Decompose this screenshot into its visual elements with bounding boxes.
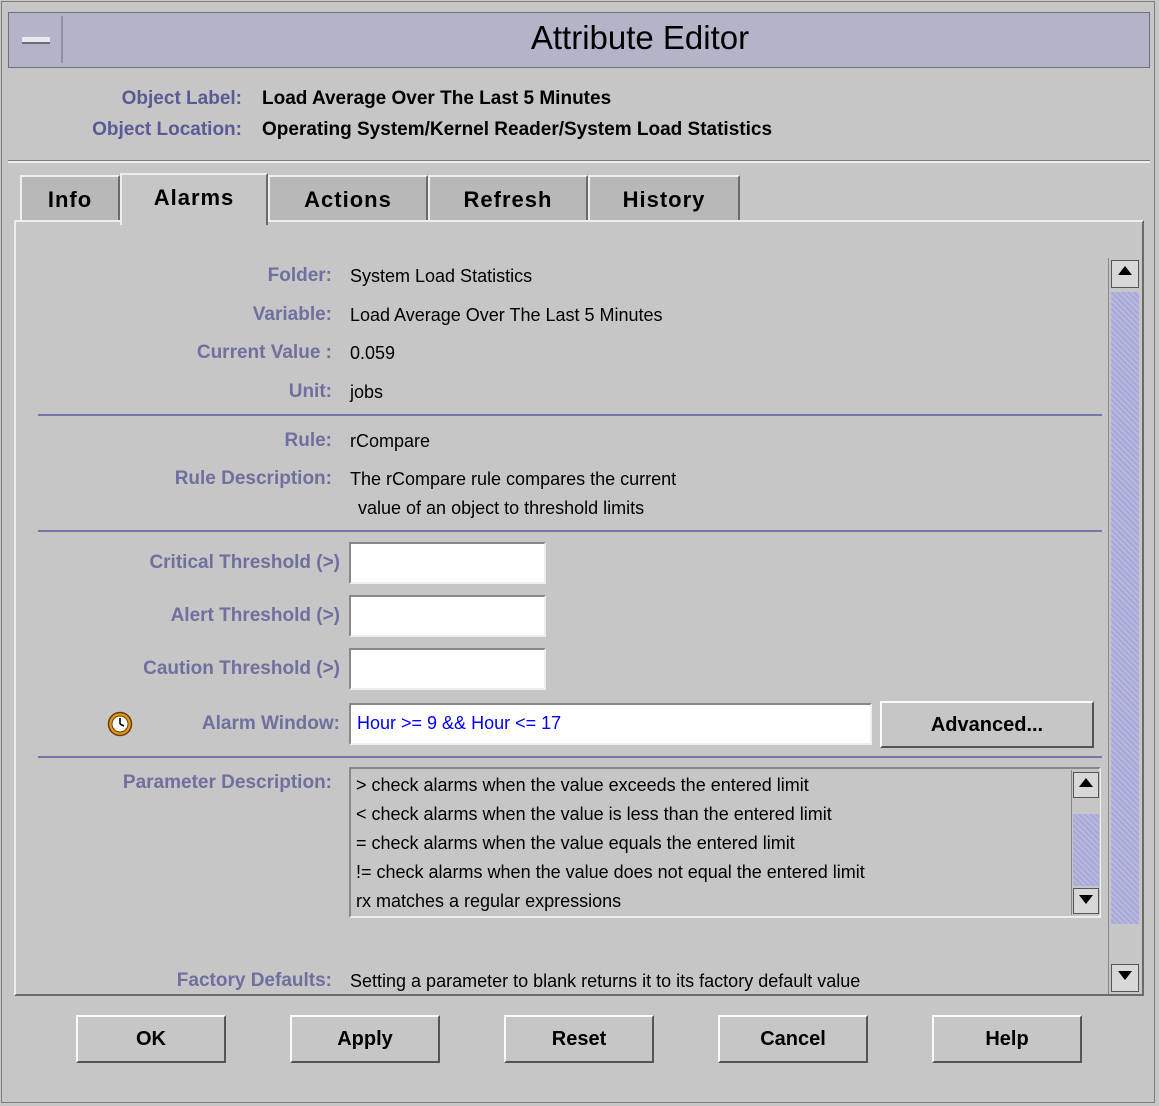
alarm-window-input[interactable]: Hour >= 9 && Hour <= 17 <box>349 703 872 745</box>
advanced-button[interactable]: Advanced... <box>880 701 1094 748</box>
factory-defaults-value: Setting a parameter to blank returns it … <box>350 971 861 991</box>
rule-description-line-1: The rCompare rule compares the current <box>350 469 677 489</box>
tab-alarms-label: Alarms <box>153 185 235 210</box>
object-location-label: Object Location: <box>92 119 242 140</box>
tab-refresh-label: Refresh <box>463 187 553 212</box>
parameter-description-line: = check alarms when the value equals the… <box>356 833 795 853</box>
rule-description-label: Rule Description: <box>174 468 332 489</box>
section-divider <box>38 414 1102 416</box>
alarm-window-value: Hour >= 9 && Hour <= 17 <box>357 713 562 733</box>
current-value: 0.059 <box>350 343 396 363</box>
window-menu-button[interactable] <box>12 16 63 63</box>
alert-threshold-label: Alert Threshold (>) <box>170 605 340 626</box>
caution-threshold-label: Caution Threshold (>) <box>143 658 340 679</box>
variable-label: Variable: <box>252 304 332 325</box>
tab-info[interactable]: Info <box>20 175 120 221</box>
rule-description-line-2: value of an object to threshold limits <box>358 498 645 518</box>
object-location-value: Operating System/Kernel Reader/System Lo… <box>262 119 773 140</box>
object-label-label: Object Label: <box>121 88 242 109</box>
folder-label: Folder: <box>267 265 332 286</box>
parameter-description-line: > check alarms when the value exceeds th… <box>356 775 809 795</box>
critical-threshold-label: Critical Threshold (>) <box>149 552 340 573</box>
tab-actions-label: Actions <box>304 187 392 212</box>
caution-threshold-value <box>351 650 544 658</box>
tab-history-label: History <box>622 187 706 212</box>
tab-history[interactable]: History <box>588 175 740 221</box>
parameter-description-scroll-thumb[interactable] <box>1073 814 1099 886</box>
rule-value: rCompare <box>350 431 431 451</box>
critical-threshold-value <box>351 544 544 552</box>
parameter-description-line: < check alarms when the value is less th… <box>356 804 832 824</box>
scroll-down-arrow-icon[interactable] <box>1111 964 1139 992</box>
scroll-up-arrow-icon[interactable] <box>1111 260 1139 288</box>
header-divider <box>8 160 1150 163</box>
variable-value: Load Average Over The Last 5 Minutes <box>350 305 663 325</box>
factory-defaults-label: Factory Defaults: <box>176 970 332 991</box>
folder-value: System Load Statistics <box>350 266 533 286</box>
apply-button[interactable]: Apply <box>290 1015 440 1063</box>
caution-threshold-input[interactable] <box>349 648 546 690</box>
window-menu-icon <box>22 37 50 44</box>
reset-button[interactable]: Reset <box>504 1015 654 1063</box>
object-label-value: Load Average Over The Last 5 Minutes <box>262 88 612 109</box>
unit-value: jobs <box>350 382 384 402</box>
scroll-up-arrow-icon[interactable] <box>1073 772 1099 798</box>
window-title: Attribute Editor <box>530 19 750 56</box>
parameter-description-line: rx matches a regular expressions <box>356 891 622 911</box>
panel-scroll-thumb[interactable] <box>1111 292 1139 924</box>
tab-alarms[interactable]: Alarms <box>120 173 268 225</box>
tab-info-label: Info <box>47 187 93 212</box>
scroll-down-arrow-icon[interactable] <box>1073 888 1099 914</box>
parameter-description-label: Parameter Description: <box>122 772 332 793</box>
critical-threshold-input[interactable] <box>349 542 546 584</box>
section-divider <box>38 756 1102 758</box>
ok-button[interactable]: OK <box>76 1015 226 1063</box>
alert-threshold-input[interactable] <box>349 595 546 637</box>
help-button[interactable]: Help <box>932 1015 1082 1063</box>
tab-actions[interactable]: Actions <box>268 175 428 221</box>
rule-label: Rule: <box>284 430 333 451</box>
alert-threshold-value <box>351 597 544 605</box>
unit-label: Unit: <box>288 381 332 402</box>
current-value-label: Current Value : <box>196 342 332 363</box>
alarm-window-label: Alarm Window: <box>201 713 340 734</box>
section-divider <box>38 530 1102 532</box>
parameter-description-line: != check alarms when the value does not … <box>356 862 865 882</box>
clock-icon <box>107 711 133 737</box>
tab-refresh[interactable]: Refresh <box>428 175 588 221</box>
cancel-button[interactable]: Cancel <box>718 1015 868 1063</box>
